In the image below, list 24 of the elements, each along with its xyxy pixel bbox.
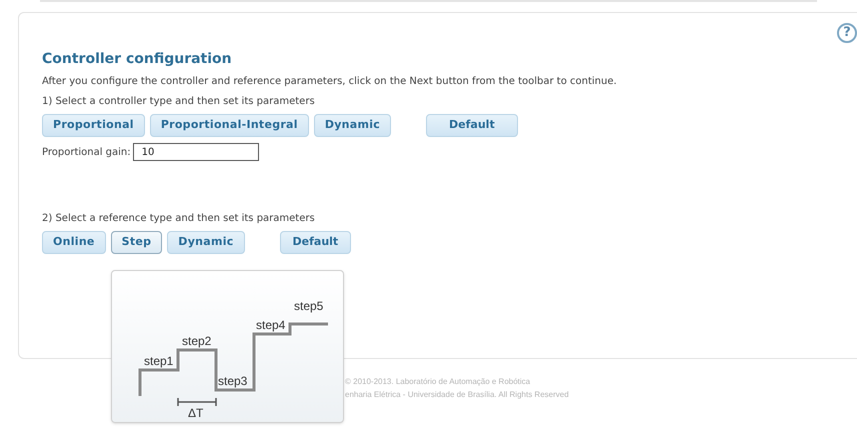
type-button[interactable]: Dynamic — [167, 231, 245, 254]
interval-label: ΔT — [188, 406, 203, 418]
intro-text: After you configure the controller and reference parameters, click on the Next button from the toolbar to continue. — [42, 75, 618, 89]
footer-text: © 2010-2013. Laboratório de Automação e Robótica — [345, 376, 532, 388]
step-label: step5 — [294, 299, 323, 313]
type-button[interactable]: Dynamic — [314, 114, 392, 137]
step-label: step1 — [144, 354, 173, 368]
default-button[interactable]: Default — [280, 231, 352, 254]
type-button[interactable]: Online — [42, 231, 106, 254]
step-label: step4 — [256, 318, 285, 332]
instruction-text: 1) Select a controller type and then set its parameters — [42, 95, 316, 109]
gain-label: Proportional gain: — [42, 146, 131, 160]
type-button[interactable]: Step — [110, 231, 162, 254]
type-button[interactable]: Proportional — [42, 114, 145, 137]
default-button[interactable]: Default — [426, 114, 518, 137]
gain-field[interactable]: 10 — [132, 143, 259, 161]
help-icon[interactable]: ? — [837, 23, 857, 43]
instruction-text: 2) Select a reference type and then set its parameters — [42, 212, 316, 226]
interval-marker — [176, 397, 216, 407]
type-button[interactable]: Proportional-Integral — [150, 114, 309, 137]
step-label: step2 — [182, 334, 211, 348]
step-label: step3 — [218, 374, 247, 388]
footer-text: enharia Elétrica - Universidade de Brasília. All Rights Reserved — [345, 389, 570, 401]
section-title: Controller configuration — [42, 50, 233, 69]
